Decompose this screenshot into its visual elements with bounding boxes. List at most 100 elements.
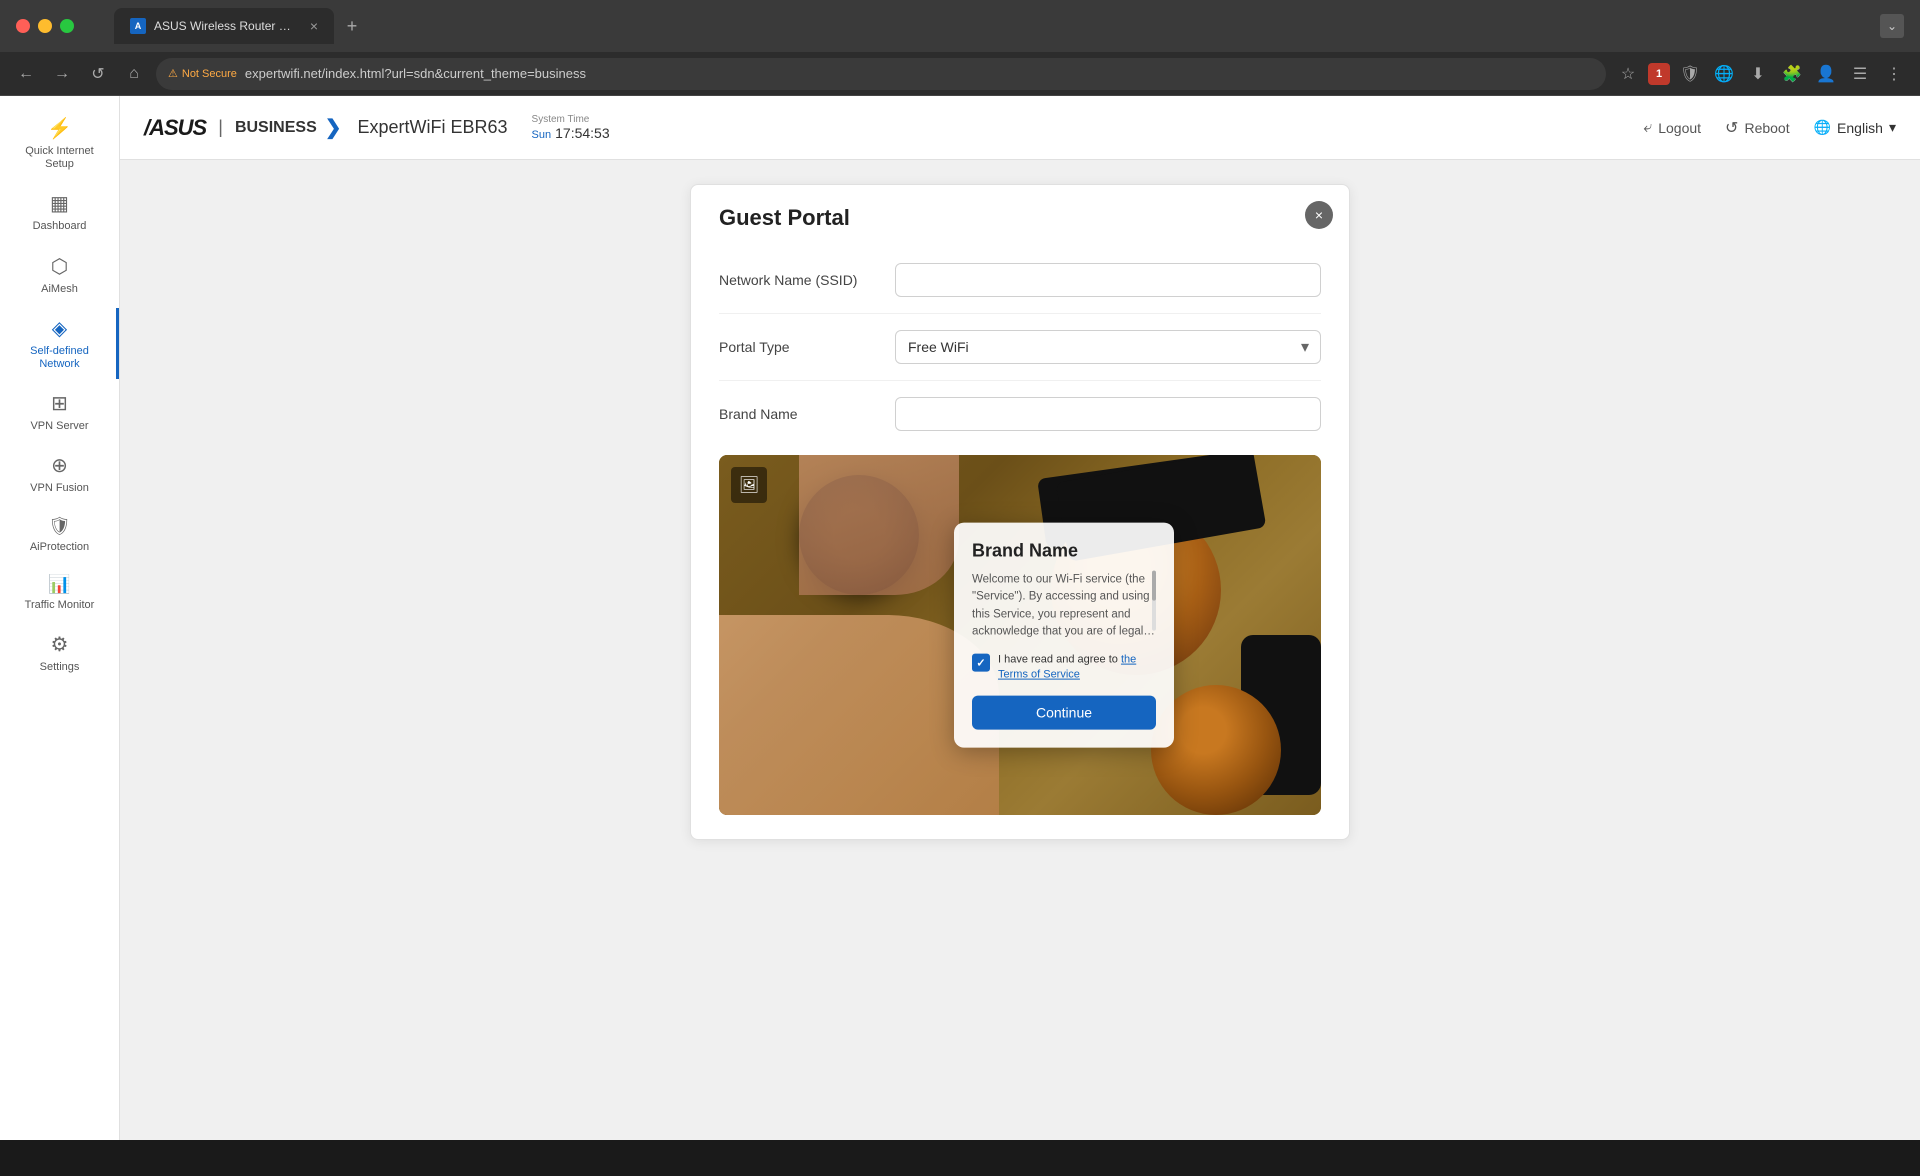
sidebar-item-settings[interactable]: ⚙ Settings xyxy=(0,624,119,682)
extensions-icon[interactable]: 1 xyxy=(1648,63,1670,85)
terms-checkbox[interactable] xyxy=(972,654,990,672)
profile-icon[interactable]: 👤 xyxy=(1812,60,1840,88)
guest-portal-panel: Guest Portal × Network Name (SSID) Porta… xyxy=(690,184,1350,840)
brand-name-label: Brand Name xyxy=(719,406,879,422)
vpn-server-icon: ⊞ xyxy=(51,391,68,416)
sidebar-item-aiprotection[interactable]: 🛡 AiProtection xyxy=(0,508,119,562)
globe-icon: 🌐 xyxy=(1814,119,1831,136)
url-text: expertwifi.net/index.html?url=sdn&curren… xyxy=(245,66,586,81)
app-header: /ASUS | BUSINESS ❯ ExpertWiFi EBR63 Syst… xyxy=(120,96,1920,160)
forward-button[interactable]: → xyxy=(48,60,76,88)
back-button[interactable]: ← xyxy=(12,60,40,88)
browser-toolbar: ← → ↺ ⌂ ⚠ Not Secure expertwifi.net/inde… xyxy=(0,52,1920,96)
lang-chevron-icon: ▾ xyxy=(1889,119,1896,136)
download-icon[interactable]: ⬇ xyxy=(1744,60,1772,88)
browser-titlebar: A ASUS Wireless Router Exper... × + ⌄ xyxy=(0,0,1920,52)
aiprotection-icon: 🛡 xyxy=(48,516,71,537)
close-button[interactable]: × xyxy=(1305,201,1333,229)
terms-text: I have read and agree to the Terms of Se… xyxy=(998,653,1156,684)
guest-portal-header: Guest Portal xyxy=(691,185,1349,247)
portal-card-body: Welcome to our Wi-Fi service (the "Servi… xyxy=(972,572,1156,641)
sidebar-item-label: AiProtection xyxy=(30,541,89,554)
browser-chrome: A ASUS Wireless Router Exper... × + ⌄ ← … xyxy=(0,0,1920,96)
vpn-icon[interactable]: 🌐 xyxy=(1710,60,1738,88)
brand-name-row: Brand Name xyxy=(719,381,1321,447)
logo-chevron-icon: ❯ xyxy=(325,115,342,140)
close-window-button[interactable] xyxy=(16,19,30,33)
sidebar-item-label: Self-defined Network xyxy=(30,345,89,371)
main-content: Guest Portal × Network Name (SSID) Porta… xyxy=(120,160,1920,1140)
active-tab[interactable]: A ASUS Wireless Router Exper... × xyxy=(114,8,334,44)
sidebar-toggle[interactable]: ☰ xyxy=(1846,60,1874,88)
new-tab-button[interactable]: + xyxy=(338,12,366,40)
sidebar-item-label: Traffic Monitor xyxy=(25,599,95,612)
network-name-input[interactable] xyxy=(895,263,1321,297)
address-bar[interactable]: ⚠ Not Secure expertwifi.net/index.html?u… xyxy=(156,58,1606,90)
tab-bar: A ASUS Wireless Router Exper... × + xyxy=(98,8,1868,44)
app-container: ⚡ Quick Internet Setup ▦ Dashboard ⬡ AiM… xyxy=(0,96,1920,1140)
terms-row: I have read and agree to the Terms of Se… xyxy=(972,653,1156,684)
brand-name-input[interactable] xyxy=(895,397,1321,431)
logo-divider: | xyxy=(218,117,223,138)
sidebar-item-label: AiMesh xyxy=(41,283,78,296)
bookmark-button[interactable]: ☆ xyxy=(1614,60,1642,88)
home-button[interactable]: ⌂ xyxy=(120,60,148,88)
sidebar-item-dashboard[interactable]: ▦ Dashboard xyxy=(0,183,119,241)
reload-button[interactable]: ↺ xyxy=(84,60,112,88)
aimesh-icon: ⬡ xyxy=(51,254,68,279)
settings-icon: ⚙ xyxy=(51,632,69,657)
window-menu-button[interactable]: ⌄ xyxy=(1880,14,1904,38)
maximize-window-button[interactable] xyxy=(60,19,74,33)
sidebar-item-label: Settings xyxy=(40,661,80,674)
logout-button[interactable]: ⤶ Logout xyxy=(1643,119,1701,137)
main-area: /ASUS | BUSINESS ❯ ExpertWiFi EBR63 Syst… xyxy=(120,96,1920,1140)
continue-button[interactable]: Continue xyxy=(972,695,1156,729)
form-section: Network Name (SSID) Portal Type Free WiF… xyxy=(691,247,1349,447)
sidebar-item-quick-internet[interactable]: ⚡ Quick Internet Setup xyxy=(0,108,119,179)
quick-internet-icon: ⚡ xyxy=(47,116,72,141)
more-options-button[interactable]: ⋮ xyxy=(1880,60,1908,88)
security-warning: ⚠ Not Secure xyxy=(168,67,237,80)
sidebar-item-aimesh[interactable]: ⬡ AiMesh xyxy=(0,246,119,304)
logout-icon: ⤶ xyxy=(1643,119,1652,137)
upload-image-button[interactable]: 🖼 xyxy=(731,467,767,503)
business-logo-text: BUSINESS xyxy=(235,119,317,137)
portal-type-select-wrapper: Free WiFi Social Login Password Voucher … xyxy=(895,330,1321,364)
self-defined-network-icon: ◈ xyxy=(52,316,67,341)
sidebar-item-label: Dashboard xyxy=(33,220,87,233)
vpn-fusion-icon: ⊕ xyxy=(51,453,68,478)
minimize-window-button[interactable] xyxy=(38,19,52,33)
sidebar-item-label: VPN Fusion xyxy=(30,482,89,495)
sidebar-item-vpn-fusion[interactable]: ⊕ VPN Fusion xyxy=(0,445,119,503)
shield-icon[interactable]: 🛡 xyxy=(1676,60,1704,88)
sidebar-item-label: Quick Internet Setup xyxy=(25,145,93,171)
language-selector[interactable]: 🌐 English ▾ xyxy=(1814,119,1896,136)
traffic-monitor-icon: 📊 xyxy=(48,574,70,595)
header-right: ⤶ Logout ↺ Reboot 🌐 English ▾ xyxy=(1643,118,1896,138)
tab-title: ASUS Wireless Router Exper... xyxy=(154,19,298,33)
terms-of-service-link[interactable]: the Terms of Service xyxy=(998,654,1136,681)
portal-type-row: Portal Type Free WiFi Social Login Passw… xyxy=(719,314,1321,381)
toolbar-right: ☆ 1 🛡 🌐 ⬇ 🧩 👤 ☰ ⋮ xyxy=(1614,60,1908,88)
reboot-button[interactable]: ↺ Reboot xyxy=(1725,118,1790,138)
tab-close-button[interactable]: × xyxy=(310,18,318,34)
dashboard-icon: ▦ xyxy=(50,191,69,216)
reboot-icon: ↺ xyxy=(1725,118,1738,138)
hand-top-left xyxy=(799,455,959,595)
guest-portal-title: Guest Portal xyxy=(719,205,1321,231)
sidebar: ⚡ Quick Internet Setup ▦ Dashboard ⬡ AiM… xyxy=(0,96,120,1140)
asus-logo-text: /ASUS xyxy=(144,115,206,141)
warning-icon: ⚠ xyxy=(168,67,178,80)
sidebar-item-vpn-server[interactable]: ⊞ VPN Server xyxy=(0,383,119,441)
portal-type-select[interactable]: Free WiFi Social Login Password Voucher xyxy=(895,330,1321,364)
portal-preview-card: Brand Name Welcome to our Wi-Fi service … xyxy=(954,523,1174,748)
sidebar-item-self-defined-network[interactable]: ◈ Self-defined Network xyxy=(0,308,119,379)
image-upload-icon: 🖼 xyxy=(739,475,759,495)
sidebar-item-traffic-monitor[interactable]: 📊 Traffic Monitor xyxy=(0,566,119,620)
device-name: ExpertWiFi EBR63 xyxy=(358,117,508,138)
system-day: Sun xyxy=(532,129,552,141)
preview-area: 🖼 Brand Name Welcome to our Wi-Fi servic… xyxy=(719,455,1321,815)
sidebar-item-label: VPN Server xyxy=(30,420,88,433)
puzzle-icon[interactable]: 🧩 xyxy=(1778,60,1806,88)
network-name-label: Network Name (SSID) xyxy=(719,272,879,288)
